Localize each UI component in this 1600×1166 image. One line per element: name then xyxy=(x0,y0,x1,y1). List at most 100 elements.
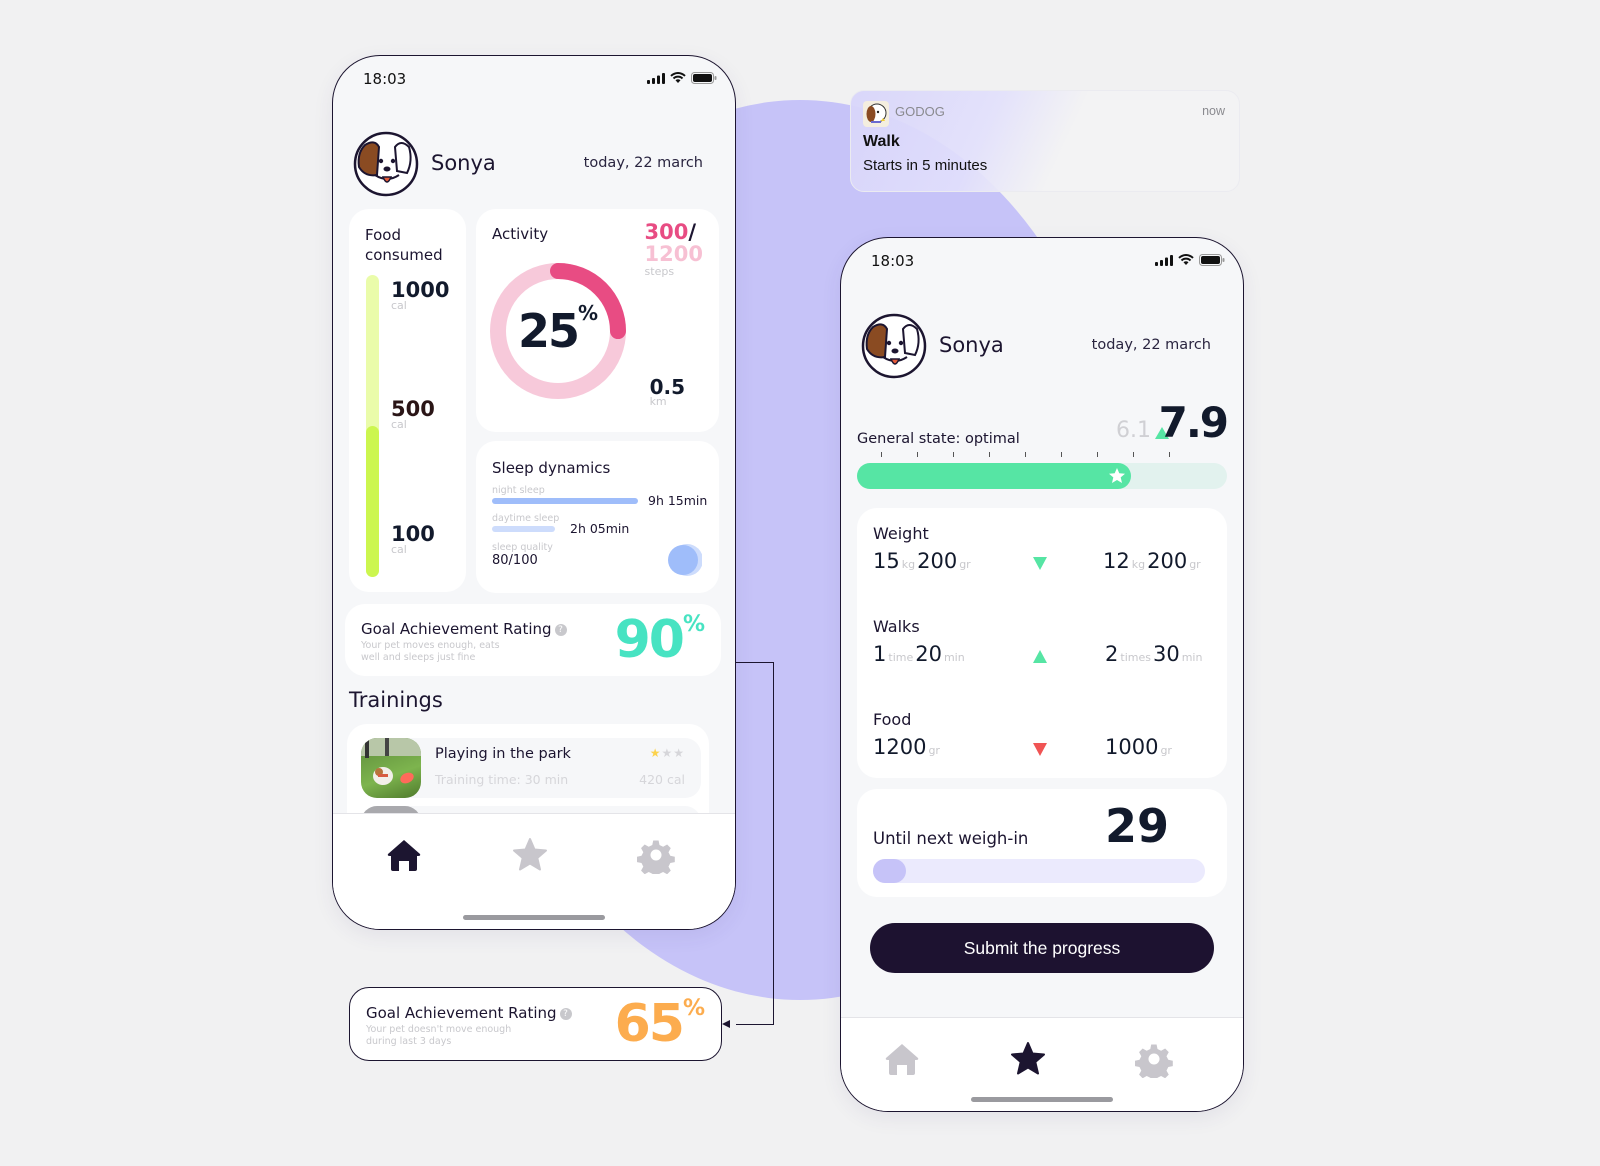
weigh-in-days: 29 xyxy=(1105,799,1170,853)
wifi-icon xyxy=(1178,254,1194,265)
goal-percent: 65% xyxy=(614,994,705,1054)
training-calories: 420 cal xyxy=(639,772,685,787)
signal-icon xyxy=(647,72,665,84)
help-icon[interactable]: ? xyxy=(559,1007,572,1020)
sleep-title: Sleep dynamics xyxy=(492,459,611,477)
pet-name: Sonya xyxy=(939,333,1004,357)
goal-percent: 90% xyxy=(614,610,705,670)
steps-counter: 300/ 1200 steps xyxy=(644,220,703,278)
stats-card: Weight 15 kg200 gr 12 kg200 gr Walks 1 time20… xyxy=(857,508,1227,778)
home-indicator xyxy=(971,1097,1113,1102)
date-label: today, 22 march xyxy=(583,155,703,171)
weigh-in-label: Until next weigh-in xyxy=(873,829,1029,848)
general-state-ticks xyxy=(881,452,1211,458)
training-item[interactable]: Playing in the park Training time: 30 mi… xyxy=(361,738,701,798)
notification-app-name: GODOG xyxy=(895,104,945,119)
star-tab-icon[interactable] xyxy=(511,836,549,874)
goal-rating-card-alt[interactable]: Goal Achievement Rating? Your pet doesn'… xyxy=(349,987,722,1061)
general-state-label: General state: optimal xyxy=(857,431,1020,447)
food-consumed-card[interactable]: Food consumed 1000 cal 500 cal 100 cal xyxy=(349,209,466,592)
food-progress-fill xyxy=(366,426,379,577)
general-state-current: 7.9 xyxy=(1158,398,1229,447)
connector-arrow xyxy=(722,1020,730,1028)
sleep-quality-value: 80/100 xyxy=(492,553,538,568)
daytime-sleep-bar xyxy=(492,526,555,532)
star-empty-icon: ★ xyxy=(661,746,674,760)
activity-card[interactable]: Activity 300/ 1200 steps 25% 0.5 km xyxy=(476,209,719,432)
battery-icon xyxy=(1199,254,1225,266)
trend-down-icon xyxy=(1033,743,1047,756)
home-tab-icon[interactable] xyxy=(883,1040,921,1078)
night-sleep-bar xyxy=(492,498,638,504)
weigh-in-card: Until next weigh-in 29 xyxy=(857,789,1227,897)
trainings-heading: Trainings xyxy=(349,688,443,712)
phone-home-screen: 18:03 Sonya today, 22 march Food consume… xyxy=(332,55,736,930)
activity-title: Activity xyxy=(492,225,549,243)
food-progress-track xyxy=(366,275,379,577)
wifi-icon xyxy=(670,72,686,83)
stat-weight: Weight 15 kg200 gr 12 kg200 gr xyxy=(873,524,1201,573)
night-sleep-row: night sleep xyxy=(492,485,638,504)
goal-description: Your pet doesn't move enough during last… xyxy=(366,1024,512,1047)
notification-body: Starts in 5 minutes xyxy=(863,157,988,174)
sleep-quality-row: sleep quality 80/100 xyxy=(492,542,553,568)
notification-title: Walk xyxy=(863,133,900,150)
general-state-fill xyxy=(857,463,1131,489)
goal-rating-card[interactable]: Goal Achievement Rating? Your pet moves … xyxy=(345,604,721,676)
distance-value: 0.5 km xyxy=(649,375,685,408)
night-sleep-value: 9h 15min xyxy=(648,493,708,508)
profile-header: Sonya today, 22 march xyxy=(861,313,1223,379)
weigh-in-fill xyxy=(873,859,907,883)
home-indicator xyxy=(463,915,605,920)
goal-title: Goal Achievement Rating? xyxy=(361,620,567,638)
date-label: today, 22 march xyxy=(1091,337,1211,353)
stat-food: Food 1200 gr 1000 gr xyxy=(873,710,1172,759)
notification-time: now xyxy=(1202,104,1225,118)
activity-percent: 25% xyxy=(517,301,599,358)
training-name: Playing in the park xyxy=(435,746,571,762)
signal-icon xyxy=(1155,254,1173,266)
training-rating: ★★★ xyxy=(650,746,685,760)
scale-tick xyxy=(953,452,955,457)
settings-tab-icon[interactable] xyxy=(1135,1040,1173,1078)
home-tab-icon[interactable] xyxy=(385,836,423,874)
sleep-dynamics-card[interactable]: Sleep dynamics night sleep 9h 15min dayt… xyxy=(476,441,719,593)
scale-tick xyxy=(881,452,883,457)
connector-line xyxy=(736,662,774,1025)
status-bar: 18:03 xyxy=(333,70,735,94)
star-tab-icon[interactable] xyxy=(1009,1040,1047,1078)
stat-walks: Walks 1 time20 min 2 times30 min xyxy=(873,617,1203,666)
goal-title: Goal Achievement Rating? xyxy=(366,1004,572,1022)
tab-bar xyxy=(333,813,735,929)
training-time: Training time: 30 min xyxy=(435,772,569,787)
scale-tick xyxy=(1133,452,1135,457)
scale-tick xyxy=(917,452,919,457)
help-icon[interactable]: ? xyxy=(554,623,567,636)
food-mark-top: 1000 cal xyxy=(391,278,450,312)
general-state-previous: 6.1 xyxy=(1116,418,1151,443)
star-empty-icon: ★ xyxy=(673,746,685,760)
settings-tab-icon[interactable] xyxy=(637,836,675,874)
status-bar: 18:03 xyxy=(841,252,1243,276)
battery-icon xyxy=(691,72,717,84)
weigh-in-track xyxy=(873,859,1205,883)
profile-header: Sonya today, 22 march xyxy=(353,131,715,197)
dog-app-icon xyxy=(863,101,889,127)
push-notification[interactable]: GODOG now Walk Starts in 5 minutes xyxy=(850,90,1240,192)
star-icon xyxy=(1108,468,1125,483)
daytime-sleep-value: 2h 05min xyxy=(570,521,630,536)
trend-down-icon xyxy=(1033,557,1047,570)
pet-avatar[interactable] xyxy=(861,313,927,379)
moon-icon xyxy=(668,544,702,576)
trend-up-icon xyxy=(1033,650,1047,663)
general-state-track xyxy=(857,463,1227,489)
scale-tick xyxy=(989,452,991,457)
food-mark-mid: 500 cal xyxy=(391,397,435,431)
scale-tick xyxy=(1097,452,1099,457)
food-mark-bottom: 100 cal xyxy=(391,522,435,556)
training-thumbnail xyxy=(361,738,421,798)
scale-tick xyxy=(1169,452,1171,457)
submit-progress-button[interactable]: Submit the progress xyxy=(870,923,1214,973)
pet-avatar[interactable] xyxy=(353,131,419,197)
daytime-sleep-row: daytime sleep xyxy=(492,513,559,532)
